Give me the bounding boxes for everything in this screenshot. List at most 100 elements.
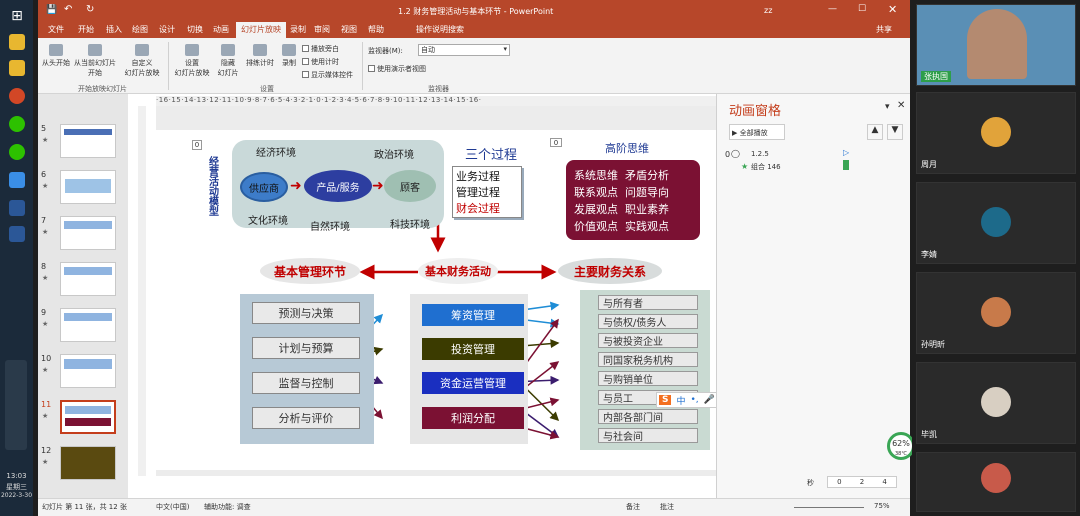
slide-thumbnail-8[interactable] bbox=[60, 262, 116, 296]
clock-time[interactable]: 13:03 bbox=[0, 472, 33, 480]
maximize-icon[interactable]: ☐ bbox=[858, 4, 866, 14]
rehearse-button[interactable]: 排练计时 bbox=[244, 44, 276, 68]
tab-review[interactable]: 审阅 bbox=[314, 24, 330, 35]
finance-item-profit: 利润分配 bbox=[422, 407, 524, 429]
tab-design[interactable]: 设计 bbox=[159, 24, 175, 35]
mic-icon[interactable]: 🎤 bbox=[704, 395, 715, 405]
avatar bbox=[981, 387, 1011, 417]
punct-icon[interactable]: •, bbox=[691, 395, 699, 405]
timeline-scale[interactable]: 024 bbox=[827, 476, 897, 488]
pane-close-icon[interactable]: ✕ bbox=[897, 100, 905, 111]
comments-button[interactable]: 批注 bbox=[660, 502, 674, 512]
slide-thumbnail-9[interactable] bbox=[60, 308, 116, 342]
zoom-slider[interactable] bbox=[794, 507, 864, 508]
tab-view[interactable]: 视图 bbox=[341, 24, 357, 35]
tab-insert[interactable]: 插入 bbox=[106, 24, 122, 35]
tab-home[interactable]: 开始 bbox=[78, 24, 94, 35]
ime-lang[interactable]: 中 bbox=[676, 394, 685, 407]
anim-item-sub[interactable]: 组合 146 bbox=[751, 162, 781, 172]
video-tile[interactable]: 李婧 bbox=[916, 182, 1076, 264]
slide-thumbnail-5[interactable] bbox=[60, 124, 116, 158]
video-tile[interactable]: 孙明昕 bbox=[916, 272, 1076, 354]
play-all-button[interactable]: ▶ 全部播放 bbox=[729, 124, 785, 140]
participant-name: 周月 bbox=[921, 160, 937, 169]
sogou-icon[interactable]: S bbox=[659, 395, 672, 405]
participant-name: 毕凯 bbox=[921, 430, 937, 439]
setup-show-button[interactable]: 设置 幻灯片放映 bbox=[172, 44, 212, 78]
undo-icon[interactable]: ↶ bbox=[64, 4, 72, 15]
video-tile[interactable]: 毕凯 bbox=[916, 362, 1076, 444]
move-up-icon[interactable]: ▲ bbox=[867, 124, 883, 140]
status-accessibility[interactable]: 辅助功能: 调查 bbox=[204, 502, 251, 512]
minimize-icon[interactable]: — bbox=[828, 4, 837, 14]
wechat-icon[interactable] bbox=[9, 116, 25, 132]
monitor-label: 监视器(M): bbox=[368, 47, 403, 55]
tab-transitions[interactable]: 切换 bbox=[187, 24, 203, 35]
speaker-video bbox=[967, 9, 1027, 79]
powerpoint-taskbar-icon[interactable] bbox=[9, 88, 25, 104]
move-down-icon[interactable]: ▼ bbox=[887, 124, 903, 140]
narration-checkbox[interactable]: 播放旁白 bbox=[302, 44, 339, 54]
powerpoint-window: 💾 ↶ ↻ 1.2 财务管理活动与基本环节 - PowerPoint zz — … bbox=[38, 0, 915, 516]
slide-thumbnail-6[interactable] bbox=[60, 170, 116, 204]
slide-thumbnail-7[interactable] bbox=[60, 216, 116, 250]
word-icon-2[interactable] bbox=[9, 226, 25, 242]
windows-start-icon[interactable]: ⊞ bbox=[9, 8, 25, 24]
redo-icon[interactable]: ↻ bbox=[86, 4, 94, 15]
tab-draw[interactable]: 绘图 bbox=[132, 24, 148, 35]
relation-creditor: 与债权/债务人 bbox=[598, 314, 698, 329]
thumb-star: ★ bbox=[42, 458, 49, 466]
avatar bbox=[981, 117, 1011, 147]
slide-zero-marker: 0 bbox=[192, 140, 202, 150]
monitor-select[interactable]: 自动 ▾ bbox=[418, 44, 510, 56]
tab-help[interactable]: 帮助 bbox=[368, 24, 384, 35]
from-beginning-button[interactable]: 从头开始 bbox=[42, 44, 70, 68]
tab-animations[interactable]: 动画 bbox=[213, 24, 229, 35]
close-icon[interactable]: ✕ bbox=[888, 3, 897, 16]
search-box[interactable]: 操作说明搜索 bbox=[416, 24, 464, 35]
relation-owner: 与所有者 bbox=[598, 295, 698, 310]
mgmt-item-analysis: 分析与评价 bbox=[252, 407, 360, 429]
zoom-level[interactable]: 75% bbox=[874, 502, 890, 510]
timings-checkbox[interactable]: 使用计时 bbox=[302, 57, 339, 67]
autosave-icon[interactable]: 💾 bbox=[46, 5, 57, 15]
photos-icon[interactable] bbox=[9, 172, 25, 188]
status-language[interactable]: 中文(中国) bbox=[156, 502, 189, 512]
video-tile-speaker[interactable]: 张执国 bbox=[916, 4, 1076, 86]
slide[interactable]: 0 经营活动模型 经济环境 政治环境 文化环境 自然环境 科技环境 供应商 产品… bbox=[156, 130, 768, 470]
star-icon: ★ bbox=[741, 162, 749, 171]
pane-dropdown-icon[interactable]: ▾ bbox=[885, 102, 890, 112]
tab-file[interactable]: 文件 bbox=[48, 24, 64, 35]
custom-show-button[interactable]: 自定义 幻灯片放映 bbox=[122, 44, 162, 78]
record-button[interactable]: 录制 bbox=[278, 44, 300, 68]
thumb-star: ★ bbox=[42, 182, 49, 190]
slide-thumbnail-12[interactable] bbox=[60, 446, 116, 480]
slide-thumbnail-11[interactable] bbox=[60, 400, 116, 434]
file-explorer-icon[interactable] bbox=[9, 34, 25, 50]
folder-icon[interactable] bbox=[9, 60, 25, 76]
hide-slide-button[interactable]: 隐藏 幻灯片 bbox=[214, 44, 242, 78]
word-icon[interactable] bbox=[9, 200, 25, 216]
customer-oval: 顾客 bbox=[384, 170, 436, 202]
mgmt-item-plan: 计划与预算 bbox=[252, 337, 360, 359]
notes-button[interactable]: 备注 bbox=[626, 502, 640, 512]
tab-record[interactable]: 录制 bbox=[290, 24, 306, 35]
zero-marker-2: 0 bbox=[550, 138, 562, 147]
check-box bbox=[368, 65, 375, 72]
presenter-view-checkbox[interactable]: 使用演示者视图 bbox=[368, 64, 426, 74]
video-tile[interactable] bbox=[916, 452, 1076, 512]
tray-icons[interactable] bbox=[5, 360, 27, 450]
wechat-work-icon[interactable] bbox=[9, 144, 25, 160]
env-cultural: 文化环境 bbox=[248, 216, 288, 227]
tab-slideshow[interactable]: 幻灯片放映 bbox=[236, 22, 286, 38]
arrow-icon: ➜ bbox=[372, 178, 384, 194]
video-tile[interactable]: 周月 bbox=[916, 92, 1076, 174]
share-button[interactable]: 共享 bbox=[876, 24, 892, 35]
slide-thumbnail-10[interactable] bbox=[60, 354, 116, 388]
media-controls-checkbox[interactable]: 显示媒体控件 bbox=[302, 70, 353, 80]
model-vertical-title: 经营活动模型 bbox=[206, 156, 218, 216]
from-current-button[interactable]: 从当前幻灯片 开始 bbox=[72, 44, 118, 78]
anim-item-time[interactable]: 1.2.5 bbox=[751, 150, 769, 158]
user-name[interactable]: zz bbox=[764, 6, 772, 15]
thumb-star: ★ bbox=[42, 228, 49, 236]
